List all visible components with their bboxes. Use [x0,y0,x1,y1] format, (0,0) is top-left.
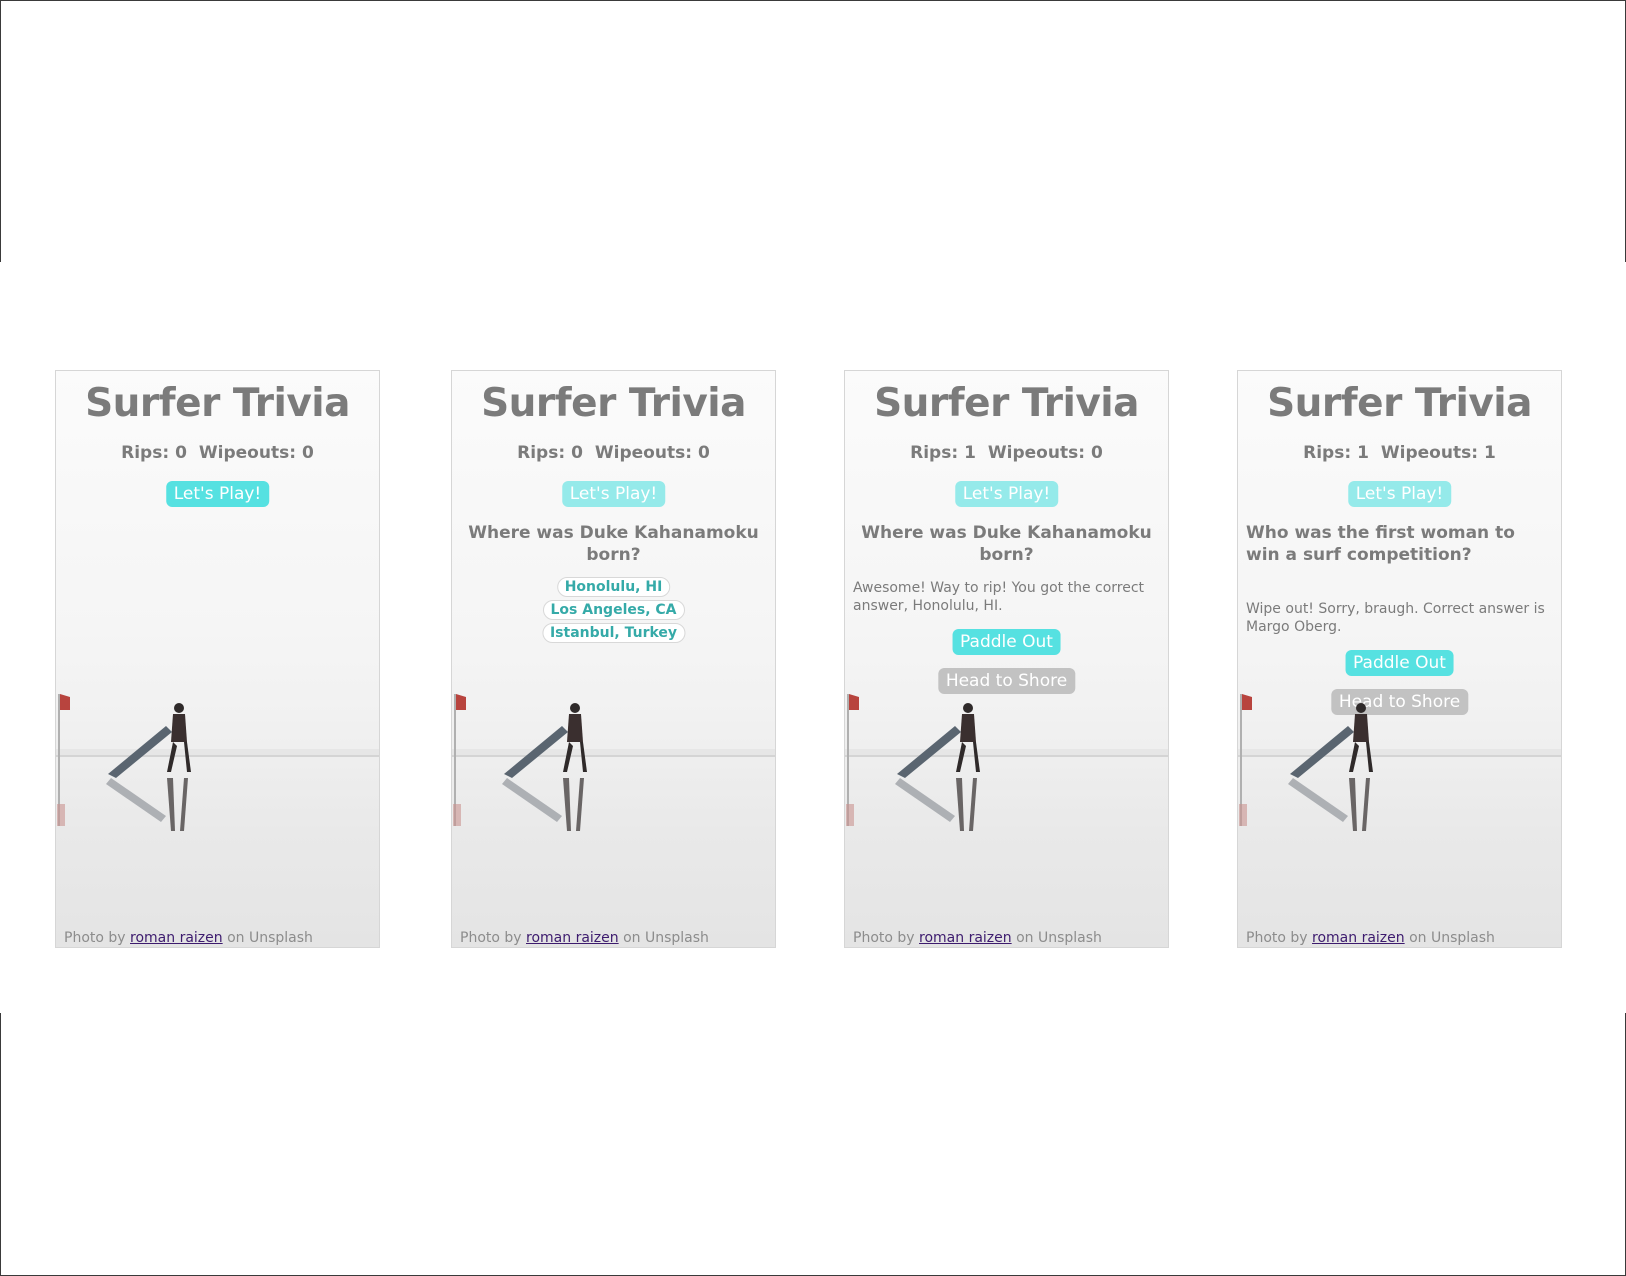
paddle-out-button[interactable]: Paddle Out [1345,650,1454,676]
lets-play-button[interactable]: Let's Play! [561,481,666,507]
wipeouts-label: Wipeouts: [198,443,297,463]
wipeouts-label: Wipeouts: [594,443,693,463]
photo-credit: Photo by roman raizen on Unsplash [64,930,313,946]
rips-count: 1 [1357,443,1369,463]
photographer-link[interactable]: roman raizen [526,930,619,946]
wipeouts-label: Wipeouts: [987,443,1086,463]
credit-prefix: Photo by [64,930,126,946]
app-title: Surfer Trivia [85,381,350,426]
surfer-photo [1238,693,1561,832]
app-title: Surfer Trivia [874,381,1139,426]
app-title: Surfer Trivia [481,381,746,426]
lets-play-button[interactable]: Let's Play! [165,481,270,507]
photo-credit: Photo by roman raizen on Unsplash [1246,930,1495,946]
credit-suffix: on Unsplash [1016,930,1102,946]
feedback-message: Wipe out! Sorry, braugh. Correct answer … [1246,601,1545,635]
screen-correct: Surfer Trivia Rips: 1 Wipeouts: 0 Let's Pl… [844,370,1169,948]
photo-credit: Photo by roman raizen on Unsplash [853,930,1102,946]
surfer-photo [845,693,1168,832]
photographer-link[interactable]: roman raizen [919,930,1012,946]
screen-wipeout: Surfer Trivia Rips: 1 Wipeouts: 1 Let's Pl… [1237,370,1562,948]
surfer-photo [452,693,775,832]
scoreboard: Rips: 0 Wipeouts: 0 [452,443,775,463]
rips-label: Rips: [121,443,170,463]
frame-left-line [0,0,1,262]
scoreboard: Rips: 1 Wipeouts: 1 [1238,443,1561,463]
credit-prefix: Photo by [853,930,915,946]
photo-credit: Photo by roman raizen on Unsplash [460,930,709,946]
credit-suffix: on Unsplash [227,930,313,946]
screen-question: Surfer Trivia Rips: 0 Wipeouts: 0 Let's Pl… [451,370,776,948]
rips-label: Rips: [1303,443,1352,463]
lets-play-button[interactable]: Let's Play! [1347,481,1452,507]
rips-count: 1 [964,443,976,463]
credit-suffix: on Unsplash [623,930,709,946]
lets-play-button[interactable]: Let's Play! [954,481,1059,507]
scoreboard: Rips: 0 Wipeouts: 0 [56,443,379,463]
photographer-link[interactable]: roman raizen [130,930,223,946]
paddle-out-button[interactable]: Paddle Out [952,629,1061,655]
rips-count: 0 [571,443,583,463]
rips-label: Rips: [517,443,566,463]
wipeouts-count: 0 [698,443,710,463]
screen-start: Surfer Trivia Rips: 0 Wipeouts: 0 Let's Pl… [55,370,380,948]
credit-prefix: Photo by [1246,930,1308,946]
surfer-photo [56,693,379,832]
rips-label: Rips: [910,443,959,463]
app-title: Surfer Trivia [1267,381,1532,426]
scoreboard: Rips: 1 Wipeouts: 0 [845,443,1168,463]
wipeouts-label: Wipeouts: [1380,443,1479,463]
credit-suffix: on Unsplash [1409,930,1495,946]
question-text: Where was Duke Kahanamoku born? [468,523,759,565]
question-text: Where was Duke Kahanamoku born? [861,523,1152,565]
answer-option-2[interactable]: Los Angeles, CA [542,600,685,620]
photographer-link[interactable]: roman raizen [1312,930,1405,946]
question-text: Who was the first woman to win a surf co… [1246,523,1515,565]
frame-left-line-bottom [0,1013,1,1276]
wipeouts-count: 1 [1484,443,1496,463]
frame-top-line [0,0,1626,1]
feedback-message: Awesome! Way to rip! You got the correct… [853,580,1145,614]
answer-option-3[interactable]: Istanbul, Turkey [541,623,686,643]
wipeouts-count: 0 [1091,443,1103,463]
rips-count: 0 [175,443,187,463]
answer-option-1[interactable]: Honolulu, HI [556,577,671,597]
credit-prefix: Photo by [460,930,522,946]
wipeouts-count: 0 [302,443,314,463]
